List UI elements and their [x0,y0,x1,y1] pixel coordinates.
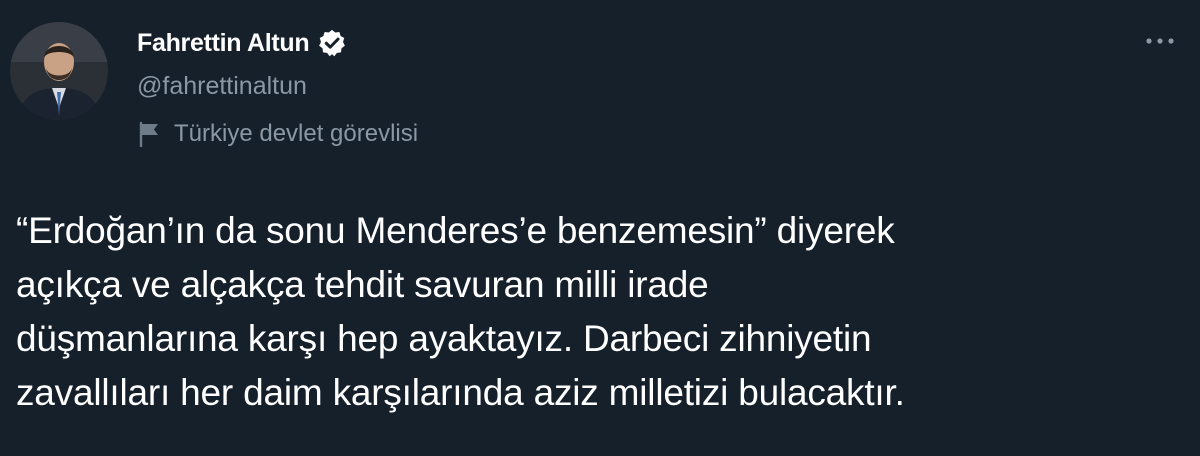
avatar[interactable] [10,22,108,120]
avatar-image [10,22,108,120]
author-name-row: Fahrettin Altun [137,26,347,60]
tweet-text: “Erdoğan’ın da sonu Menderes’e benzemesi… [16,204,1176,420]
verified-badge-icon [317,28,347,58]
tweet-text-line: açıkça ve alçakça tehdit savuran milli i… [16,264,709,305]
author-handle[interactable]: @fahrettinaltun [137,72,307,101]
tweet-text-line: “Erdoğan’ın da sonu Menderes’e benzemesi… [16,210,895,251]
more-horizontal-icon [1146,38,1174,44]
more-options-button[interactable] [1140,24,1180,58]
tweet-text-line: zavallıları her daim karşılarında aziz m… [16,372,905,413]
account-label[interactable]: Türkiye devlet görevlisi [138,118,418,150]
author-display-name[interactable]: Fahrettin Altun [137,29,310,58]
account-label-text: Türkiye devlet görevlisi [174,120,419,147]
tweet-card: Fahrettin Altun @fahrettinaltun Türkiye … [0,0,1200,456]
tweet-text-line: düşmanlarına karşı hep ayaktayız. Darbec… [16,318,872,359]
flag-icon [138,121,162,147]
